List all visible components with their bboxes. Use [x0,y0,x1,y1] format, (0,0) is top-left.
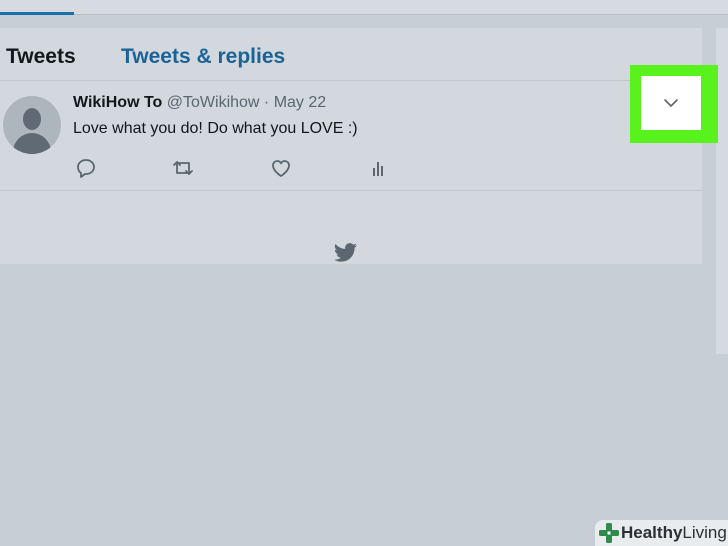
retweet-icon[interactable] [171,156,195,180]
screen: Tweets Tweets & replies WikiHow To @ToWi… [0,0,728,546]
avatar[interactable] [3,96,61,154]
top-nav-strip [0,0,728,15]
tab-tweets-replies[interactable]: Tweets & replies [121,45,285,69]
reply-icon[interactable] [74,156,98,180]
watermark-logo: Healthy Living [595,520,728,546]
like-icon[interactable] [269,156,293,180]
analytics-icon[interactable] [366,156,390,180]
tweet-author-name[interactable]: WikiHow To [73,94,162,111]
avatar-body [13,133,51,154]
chevron-down-icon [664,99,678,107]
profile-tabs: Tweets Tweets & replies [0,28,702,81]
twitter-bird-icon [334,243,357,262]
watermark-bold-text: Healthy [621,523,683,542]
tweet-text: Love what you do! Do what you LOVE :) [73,120,358,137]
tweet-header: WikiHow To @ToWikihow · May 22 [73,94,326,112]
highlight-frame [630,65,718,143]
active-tab-indicator [0,12,74,15]
tweet-more-button[interactable] [641,76,701,130]
tab-tweets[interactable]: Tweets [6,45,76,69]
avatar-head [23,108,41,130]
healthy-living-cross-icon [599,523,619,543]
tweet-handle-date[interactable]: @ToWikihow · May 22 [167,94,326,111]
timeline-card: Tweets Tweets & replies WikiHow To @ToWi… [0,28,702,264]
tweet-item[interactable]: WikiHow To @ToWikihow · May 22 Love what… [0,81,702,191]
watermark-regular-text: Living [682,523,727,542]
